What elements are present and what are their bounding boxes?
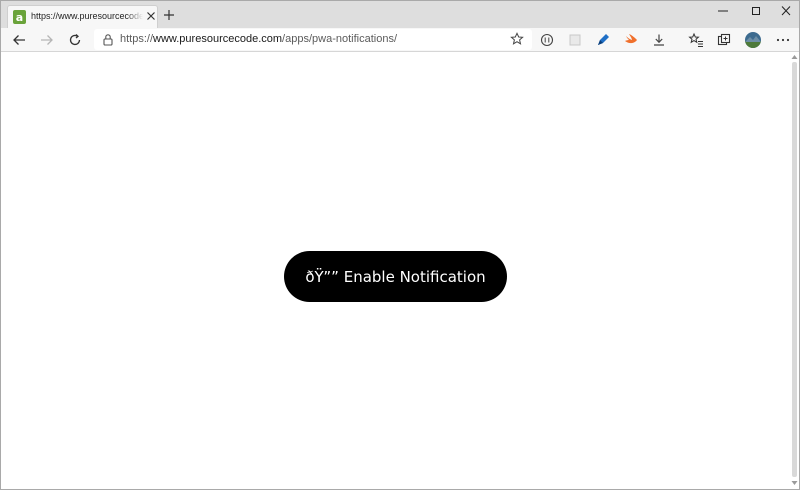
close-icon[interactable] (145, 10, 157, 22)
window-close-icon[interactable] (779, 5, 793, 17)
scroll-down-icon[interactable] (791, 480, 798, 486)
vertical-scrollbar[interactable] (790, 52, 799, 489)
url-host: www.puresourcecode.com (153, 33, 283, 45)
favorites-icon[interactable] (688, 32, 704, 48)
star-icon[interactable] (510, 32, 524, 46)
enable-notification-button[interactable]: ðŸ”” Enable Notification (284, 251, 507, 302)
url-text: https://www.puresourcecode.com/apps/pwa-… (120, 33, 397, 45)
url-path: /apps/pwa-notifications/ (282, 33, 397, 45)
download-icon[interactable] (651, 32, 667, 48)
lock-icon[interactable] (102, 33, 114, 46)
svg-text:a: a (16, 11, 23, 24)
pen-extension-icon[interactable] (595, 32, 611, 48)
refresh-icon[interactable] (67, 32, 83, 48)
more-icon[interactable] (775, 32, 791, 48)
profile-avatar[interactable] (744, 31, 762, 49)
square-extension-icon[interactable] (567, 32, 583, 48)
address-bar[interactable]: https://www.puresourcecode.com/apps/pwa-… (94, 29, 532, 50)
maximize-icon[interactable] (749, 5, 763, 17)
page-viewport: ðŸ”” Enable Notification (1, 52, 790, 489)
arrow-right-icon[interactable] (39, 32, 55, 48)
reader-mode-icon[interactable] (539, 32, 555, 48)
plus-icon[interactable] (163, 9, 175, 21)
collections-icon[interactable] (716, 32, 732, 48)
url-scheme: https:// (120, 33, 154, 45)
tab-strip: a https://www.puresourcecode.com/apps/pw… (1, 1, 799, 28)
site-favicon-icon: a (13, 10, 26, 24)
scrollbar-thumb[interactable] (792, 62, 797, 477)
scroll-up-icon[interactable] (791, 54, 798, 60)
active-tab[interactable]: a https://www.puresourcecode.com/apps/pw… (7, 5, 158, 28)
tab-title: https://www.puresourcecode.com/apps/pwa-… (31, 11, 143, 21)
minimize-icon[interactable] (716, 5, 730, 17)
swift-extension-icon[interactable] (623, 32, 639, 48)
browser-window: a https://www.puresourcecode.com/apps/pw… (0, 0, 800, 490)
arrow-left-icon[interactable] (11, 32, 27, 48)
browser-toolbar: https://www.puresourcecode.com/apps/pwa-… (1, 28, 799, 52)
